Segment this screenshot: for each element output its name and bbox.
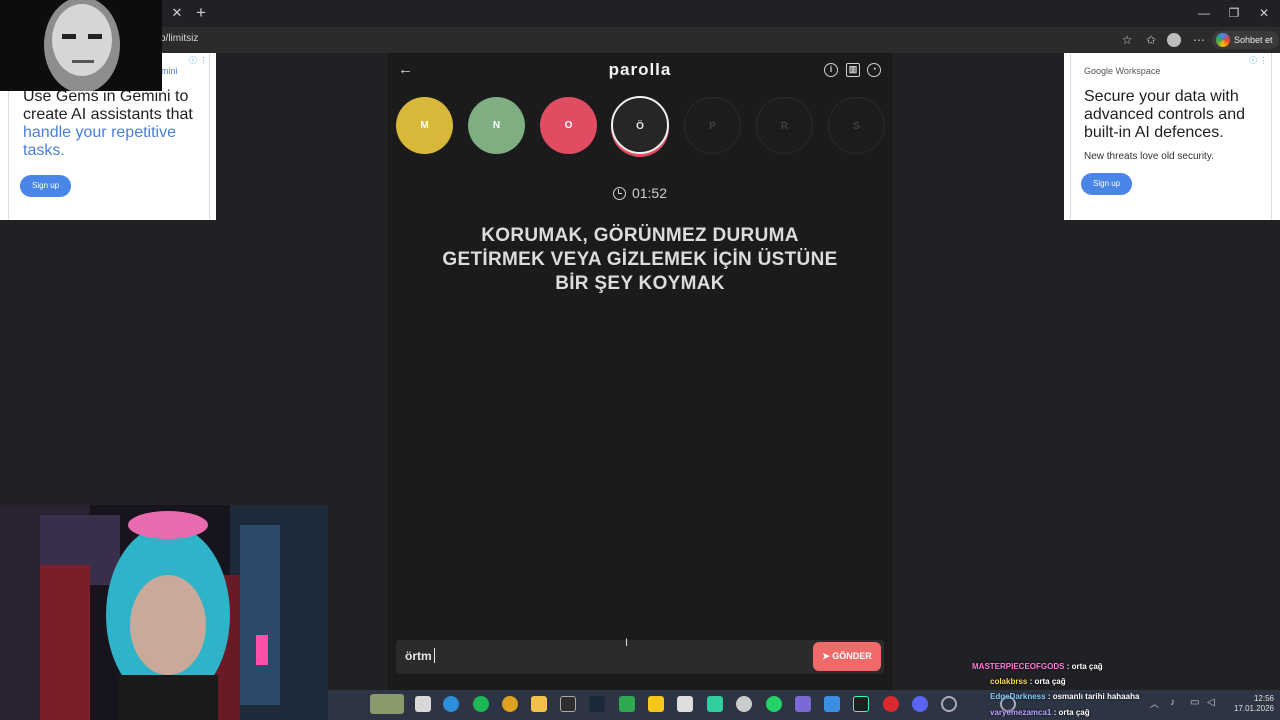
taskbar-clock[interactable]: 12:56 17.01.2026: [1228, 694, 1274, 714]
letter-m: M: [396, 97, 453, 154]
spotify-icon[interactable]: [473, 696, 489, 712]
letter-r: R: [756, 97, 813, 154]
letter-p: P: [684, 97, 741, 154]
favorites-icon[interactable]: ✩: [1143, 32, 1159, 48]
chat-line: MASTERPIECEOFGODS : orta çağ: [972, 662, 1103, 671]
app-icon[interactable]: [707, 696, 723, 712]
chat-line: varyemezamca1 : orta çağ: [990, 708, 1090, 717]
rockstar-icon[interactable]: [648, 696, 664, 712]
microphone-icon[interactable]: ♪: [1170, 697, 1175, 708]
google-workspace-logo: Google Workspace: [1084, 66, 1161, 76]
ad-info-icon[interactable]: ⓘ ⋮: [189, 55, 207, 66]
clock-time: 12:56: [1253, 694, 1274, 703]
terminal-icon[interactable]: [853, 696, 869, 712]
epic-games-icon[interactable]: [560, 696, 576, 712]
discord-icon[interactable]: [912, 696, 928, 712]
left-ad-headline: Use Gems in Gemini to create AI assistan…: [23, 88, 195, 160]
left-ad-signup-button[interactable]: Sign up: [20, 175, 72, 197]
chat-message: : orta çağ: [1066, 662, 1103, 671]
face-cam-overlay: [0, 0, 162, 91]
app-title: parolla: [608, 60, 672, 79]
volume-icon[interactable]: ◁: [1207, 697, 1215, 708]
text-cursor-icon: I: [625, 637, 629, 649]
letter-o-umlaut-active: Ö: [611, 96, 669, 154]
left-ad-brand: mini: [161, 66, 178, 76]
chat-message: : osmanlı tarihi hahaaha: [1047, 692, 1140, 701]
right-ad-subtext: New threats love old security.: [1084, 151, 1214, 162]
right-ad-signup-button[interactable]: Sign up: [1081, 173, 1133, 195]
question-text: KORUMAK, GÖRÜNMEZ DURUMA GETİRMEK VEYA G…: [442, 225, 838, 294]
send-button[interactable]: ➤ GÖNDER: [813, 642, 881, 671]
task-view-icon[interactable]: [415, 696, 431, 712]
timer-value: 01:52: [631, 185, 668, 201]
minimize-icon[interactable]: —: [1190, 4, 1218, 22]
url-field[interactable]: p/limitsiz: [160, 33, 198, 44]
tray-chevron-icon[interactable]: ︿: [1150, 697, 1159, 710]
left-ad-headline-plain: Use Gems in Gemini to create AI assistan…: [23, 88, 193, 123]
tab-close-icon[interactable]: ✕: [169, 5, 185, 21]
send-icon: ➤: [822, 651, 833, 661]
chat-user: MASTERPIECEOFGODS: [972, 662, 1065, 671]
network-icon[interactable]: ▭: [1190, 697, 1199, 708]
chat-message: : orta çağ: [1053, 708, 1090, 717]
chat-line: EdgeDarkness : osmanlı tarihi hahaaha: [990, 692, 1139, 701]
back-arrow-icon[interactable]: ←: [398, 62, 414, 78]
clock-icon: [612, 187, 626, 200]
app-icon[interactable]: [795, 696, 811, 712]
chat-user: EdgeDarkness: [990, 692, 1046, 701]
right-ad-headline: Secure your data with advanced controls …: [1084, 88, 1245, 141]
capcut-icon[interactable]: [677, 696, 693, 712]
text-caret: [434, 648, 435, 663]
send-label: GÖNDER: [832, 651, 872, 661]
widgets-icon[interactable]: [370, 694, 404, 714]
copilot-icon: [1216, 33, 1230, 47]
ad-info-icon[interactable]: ⓘ ⋮: [1249, 55, 1267, 66]
app-icon[interactable]: [883, 696, 899, 712]
answer-value[interactable]: örtm: [405, 649, 432, 663]
edge-icon[interactable]: [443, 696, 459, 712]
timer: 01:52: [560, 185, 720, 201]
chrome-icon[interactable]: [502, 696, 518, 712]
app-icon[interactable]: [824, 696, 840, 712]
play-icon[interactable]: [619, 696, 635, 712]
file-explorer-icon[interactable]: [531, 696, 547, 712]
profile-icon[interactable]: ◔: [867, 63, 881, 77]
new-tab-icon[interactable]: +: [192, 4, 210, 22]
steam-icon[interactable]: [589, 696, 605, 712]
answer-input[interactable]: [396, 640, 884, 674]
stats-icon[interactable]: ▥: [846, 63, 860, 77]
restore-icon[interactable]: ❐: [1220, 4, 1248, 22]
chat-line: colakbrss : orta çağ: [990, 677, 1066, 686]
streamer-webcam: [0, 505, 328, 720]
chat-message: : orta çağ: [1029, 677, 1066, 686]
more-menu-icon[interactable]: ⋯: [1191, 32, 1207, 48]
letter-s: S: [828, 97, 885, 154]
profile-avatar[interactable]: [1167, 33, 1181, 47]
whatsapp-icon[interactable]: [766, 696, 782, 712]
window-close-icon[interactable]: ✕: [1250, 4, 1278, 22]
info-icon[interactable]: i: [824, 63, 838, 77]
chat-user: colakbrss: [990, 677, 1028, 686]
letter-n: N: [468, 97, 525, 154]
app-icon[interactable]: [941, 696, 957, 712]
steelseries-icon[interactable]: [736, 696, 752, 712]
favorite-star-icon[interactable]: ☆: [1119, 32, 1135, 48]
letter-o: O: [540, 97, 597, 154]
chat-user: varyemezamca1: [990, 708, 1052, 717]
clock-date: 17.01.2026: [1233, 704, 1274, 713]
left-ad-headline-highlight: handle your repetitive tasks.: [23, 124, 176, 159]
